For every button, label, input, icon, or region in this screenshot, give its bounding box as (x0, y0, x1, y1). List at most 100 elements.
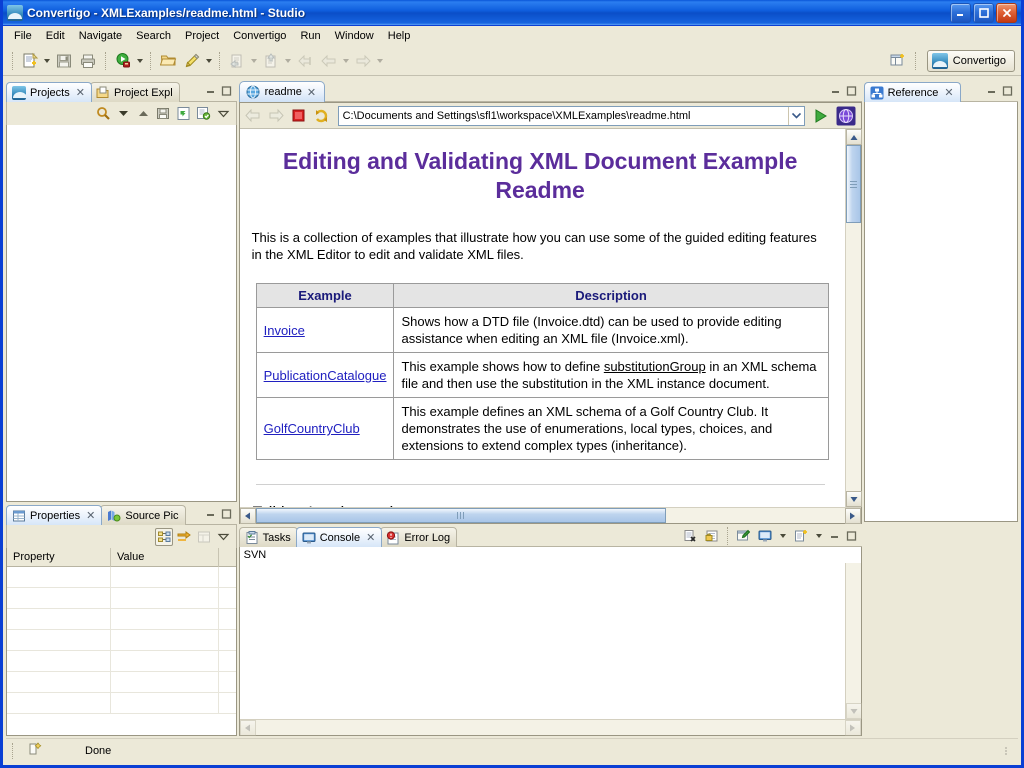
tab-projects[interactable]: Projects ✕ (6, 82, 92, 102)
perspective-convertigo-button[interactable]: Convertigo (926, 49, 1015, 72)
open-console-icon[interactable] (792, 527, 810, 545)
console-output[interactable] (239, 563, 862, 719)
minimize-button[interactable] (950, 2, 971, 23)
menu-project[interactable]: Project (178, 28, 226, 44)
horizontal-scroll-thumb[interactable] (255, 508, 666, 523)
minimize-view-icon[interactable] (204, 508, 217, 519)
maximize-button[interactable] (973, 2, 994, 23)
close-icon[interactable]: ✕ (366, 531, 375, 544)
console-vertical-scrollbar[interactable] (844, 563, 862, 719)
table-row[interactable] (7, 630, 236, 651)
menu-window[interactable]: Window (328, 28, 381, 44)
minimize-view-icon[interactable] (828, 530, 841, 541)
vertical-scroll-track[interactable] (845, 563, 861, 703)
tab-project-explorer[interactable]: Project Expl (89, 82, 180, 102)
scroll-lock-icon[interactable] (703, 527, 721, 545)
expand-all-icon[interactable] (135, 105, 153, 123)
stop-icon[interactable] (289, 106, 309, 126)
table-row[interactable] (7, 672, 236, 693)
chevron-down-icon[interactable] (787, 106, 804, 125)
scroll-left-button[interactable] (239, 508, 256, 524)
table-row[interactable] (7, 567, 236, 588)
maximize-view-icon[interactable] (1001, 85, 1014, 96)
new-file-dropdown-caret[interactable] (42, 50, 52, 72)
collapse-all-icon[interactable] (115, 105, 133, 123)
close-button[interactable] (996, 2, 1017, 23)
edit-pencil-icon[interactable] (181, 50, 203, 72)
menu-search[interactable]: Search (129, 28, 178, 44)
open-external-browser-icon[interactable] (833, 104, 858, 127)
view-menu-icon[interactable] (215, 528, 233, 546)
horizontal-scroll-track[interactable] (255, 720, 845, 735)
new-file-icon[interactable] (19, 50, 41, 72)
back-arrow-icon[interactable] (243, 106, 263, 126)
run-dropdown-caret[interactable] (135, 50, 145, 72)
display-console-icon[interactable] (756, 527, 774, 545)
page-horizontal-scrollbar[interactable] (239, 507, 861, 524)
forward-arrow-icon[interactable] (266, 106, 286, 126)
refresh-icon[interactable] (175, 105, 193, 123)
link-publicationcatalogue[interactable]: PublicationCatalogue (264, 368, 387, 383)
vertical-scroll-thumb[interactable] (845, 145, 861, 223)
open-folder-icon[interactable] (157, 50, 179, 72)
vertical-scroll-track[interactable] (845, 145, 861, 491)
print-icon[interactable] (77, 50, 99, 72)
menu-convertigo[interactable]: Convertigo (226, 28, 293, 44)
open-console-dropdown-caret[interactable] (814, 525, 824, 547)
tab-readme-editor[interactable]: readme ✕ (238, 81, 326, 102)
table-row[interactable] (7, 693, 236, 714)
page-vertical-scrollbar[interactable] (844, 129, 862, 507)
table-row[interactable] (7, 609, 236, 630)
scroll-right-button[interactable] (844, 508, 861, 524)
column-property[interactable]: Property (7, 548, 111, 567)
menu-help[interactable]: Help (381, 28, 418, 44)
new-perspective-icon[interactable] (887, 50, 909, 72)
menu-run[interactable]: Run (293, 28, 327, 44)
maximize-view-icon[interactable] (220, 85, 233, 96)
tab-reference[interactable]: Reference ✕ (863, 82, 961, 102)
menu-file[interactable]: File (7, 28, 39, 44)
run-icon[interactable] (112, 50, 134, 72)
properties-table[interactable]: Property Value (6, 548, 237, 736)
url-input[interactable]: C:\Documents and Settings\sfl1\workspace… (339, 110, 788, 122)
minimize-editor-icon[interactable] (829, 85, 842, 96)
table-row[interactable] (7, 651, 236, 672)
maximize-view-icon[interactable] (220, 508, 233, 519)
maximize-editor-icon[interactable] (845, 85, 858, 96)
maximize-view-icon[interactable] (845, 530, 858, 541)
url-bar[interactable]: C:\Documents and Settings\sfl1\workspace… (337, 105, 805, 126)
edit-dropdown-caret[interactable] (204, 50, 214, 72)
display-console-dropdown-caret[interactable] (778, 525, 788, 547)
tab-console[interactable]: Console ✕ (295, 527, 383, 547)
view-menu-icon[interactable] (215, 105, 233, 123)
refresh-icon[interactable] (312, 106, 332, 126)
link-invoice[interactable]: Invoice (264, 323, 305, 338)
close-icon[interactable]: ✕ (76, 86, 85, 99)
show-advanced-icon[interactable] (175, 528, 193, 546)
tab-properties[interactable]: Properties ✕ (6, 505, 103, 525)
minimize-view-icon[interactable] (204, 85, 217, 96)
show-categories-icon[interactable] (154, 527, 173, 546)
scroll-down-button[interactable] (845, 491, 862, 507)
tab-tasks[interactable]: Tasks (238, 527, 298, 547)
column-value[interactable]: Value (111, 548, 219, 567)
reference-body[interactable] (863, 102, 1018, 522)
save-icon[interactable] (53, 50, 75, 72)
horizontal-scroll-track[interactable] (255, 508, 845, 523)
menu-edit[interactable]: Edit (39, 28, 72, 44)
link-golfcountryclub[interactable]: GolfCountryClub (264, 421, 360, 436)
close-icon[interactable]: ✕ (307, 86, 316, 99)
clear-console-icon[interactable] (681, 527, 699, 545)
resize-grip[interactable] (1000, 745, 1012, 757)
save-icon[interactable] (155, 105, 173, 123)
deploy-icon[interactable] (195, 105, 213, 123)
table-row[interactable] (7, 588, 236, 609)
search-icon[interactable] (95, 105, 113, 123)
pin-console-icon[interactable] (734, 527, 752, 545)
tab-error-log[interactable]: Error Log (380, 527, 458, 547)
close-icon[interactable]: ✕ (86, 509, 95, 522)
minimize-view-icon[interactable] (985, 85, 998, 96)
menu-navigate[interactable]: Navigate (72, 28, 129, 44)
tab-source-picker[interactable]: Source Pic (100, 505, 186, 525)
go-play-icon[interactable] (811, 106, 831, 126)
